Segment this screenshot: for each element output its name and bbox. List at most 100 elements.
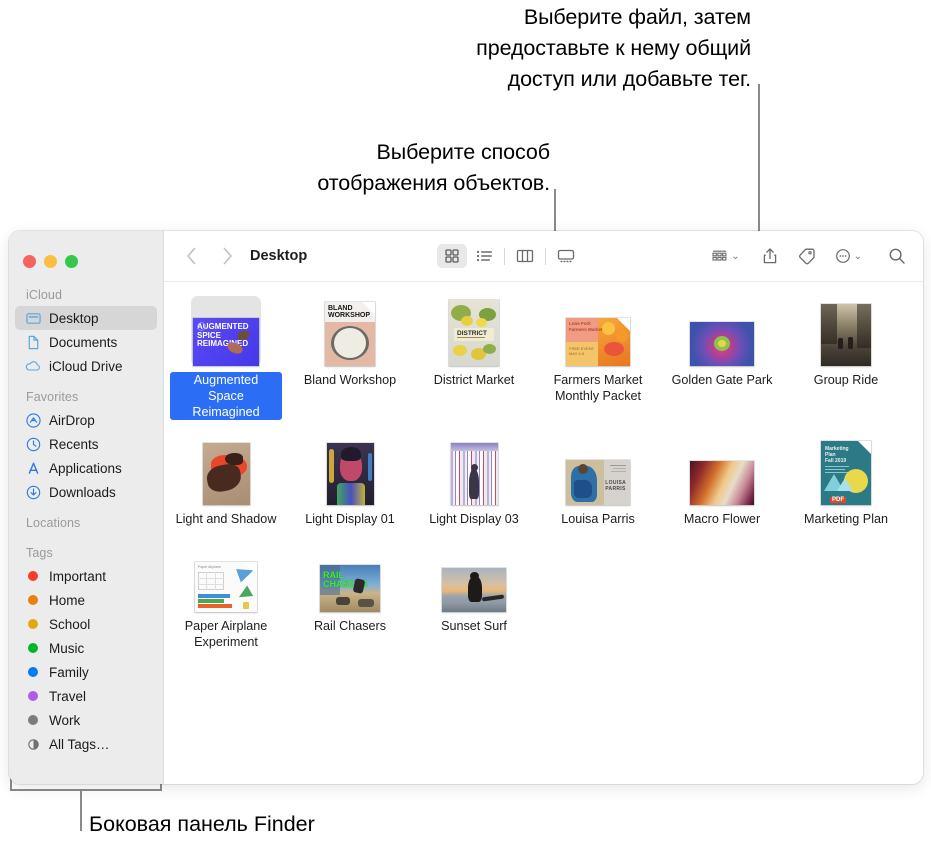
tag-button[interactable] xyxy=(797,244,816,268)
sidebar-item-label: Desktop xyxy=(49,310,99,326)
download-icon xyxy=(25,484,41,500)
airdrop-icon xyxy=(25,412,41,428)
file-thumbnail-wrap xyxy=(439,542,509,612)
group-by-button[interactable]: ⌄ xyxy=(711,244,740,268)
file-item[interactable]: Macro Flower xyxy=(660,435,784,527)
file-item[interactable]: AUGMENTED SPICE REIMAGINED Augmented Space… xyxy=(164,296,288,420)
file-item[interactable]: Sunset Surf xyxy=(412,542,536,650)
finder-main: Desktop ⌄ ⌄ AUGMENTED SPICE REIMAGINED A… xyxy=(164,231,923,784)
file-item[interactable]: DISTRICT District Market xyxy=(412,296,536,420)
file-name: Group Ride xyxy=(813,373,879,387)
sidebar-item-all-tags[interactable]: All Tags… xyxy=(15,732,157,756)
toolbar-divider-1 xyxy=(504,247,506,265)
file-thumbnail: BLAND WORKSHOP xyxy=(325,302,375,366)
icon-view-button[interactable] xyxy=(437,244,468,268)
file-item[interactable]: Group Ride xyxy=(784,296,908,420)
list-view-button[interactable] xyxy=(469,244,499,268)
window-controls xyxy=(9,248,163,274)
file-item[interactable]: LOUISA PARRIS Louisa Parris xyxy=(536,435,660,527)
sidebar-item-tag-travel[interactable]: Travel xyxy=(15,684,157,708)
file-item[interactable]: Light and Shadow xyxy=(164,435,288,527)
sidebar-item-applications[interactable]: Applications xyxy=(15,456,157,480)
file-item[interactable]: Golden Gate Park xyxy=(660,296,784,420)
gallery-view-button[interactable] xyxy=(551,244,581,268)
desktop-icon xyxy=(25,310,41,326)
sidebar-item-label: AirDrop xyxy=(49,412,95,428)
chevron-down-icon: ⌄ xyxy=(731,250,740,262)
finder-window: iCloud Desktop Documents iCloud Drive Fa… xyxy=(9,231,923,784)
toolbar-divider-2 xyxy=(545,247,547,265)
file-item[interactable]: Marketing Plan Fall 2019 PDF Marketing Pla… xyxy=(784,435,908,527)
file-item[interactable]: BLAND WORKSHOP Bland Workshop xyxy=(288,296,412,420)
document-icon xyxy=(25,334,41,350)
file-thumbnail-wrap: Lone Fork Farmers Market FREE EVENT MAY 4-… xyxy=(563,296,633,366)
share-button[interactable] xyxy=(762,244,778,268)
tag-dot-icon xyxy=(25,688,41,704)
file-name: Sunset Surf xyxy=(441,619,507,633)
file-thumbnail xyxy=(442,568,506,612)
more-actions-button[interactable]: ⌄ xyxy=(835,244,862,268)
tag-dot-icon xyxy=(25,712,41,728)
file-name: Marketing Plan xyxy=(804,512,888,526)
sidebar-item-label: iCloud Drive xyxy=(49,358,123,374)
zoom-button[interactable] xyxy=(65,254,78,268)
file-thumbnail xyxy=(326,443,374,505)
file-grid[interactable]: AUGMENTED SPICE REIMAGINED Augmented Space… xyxy=(164,282,923,784)
column-view-button[interactable] xyxy=(510,244,540,268)
file-item[interactable]: RAIL CHASERS Rail Chasers xyxy=(288,542,412,650)
sidebar-item-tag-work[interactable]: Work xyxy=(15,708,157,732)
file-item[interactable]: Lone Fork Farmers Market FREE EVENT MAY 4-… xyxy=(536,296,660,420)
annotation-view-mode: Выберите способ отображения объектов. xyxy=(317,140,550,195)
sidebar-item-tag-music[interactable]: Music xyxy=(15,636,157,660)
sidebar-section-tags: Tags xyxy=(26,546,53,560)
chevron-down-icon: ⌄ xyxy=(853,250,862,262)
sidebar-item-downloads[interactable]: Downloads xyxy=(15,480,157,504)
close-button[interactable] xyxy=(23,254,36,268)
sidebar-item-label: Travel xyxy=(49,688,87,704)
file-name: Golden Gate Park xyxy=(671,373,773,387)
sidebar-item-label: Work xyxy=(49,712,81,728)
file-thumbnail xyxy=(821,304,871,366)
file-thumbnail xyxy=(690,461,754,505)
file-name: Light Display 01 xyxy=(305,512,395,526)
bracket-bottom-sidebar xyxy=(10,789,162,791)
finder-toolbar: Desktop ⌄ ⌄ xyxy=(164,231,923,282)
file-thumbnail: Paper Airplane xyxy=(195,562,257,612)
sidebar-item-label: Documents xyxy=(49,334,118,350)
breadcrumb-current-folder: Desktop xyxy=(250,248,308,264)
file-thumbnail-wrap: Paper Airplane xyxy=(191,542,261,612)
sidebar-item-label: Applications xyxy=(49,460,122,476)
file-thumbnail: AUGMENTED SPICE REIMAGINED xyxy=(193,318,259,366)
sidebar-section-locations: Locations xyxy=(26,516,81,530)
file-thumbnail xyxy=(690,322,754,366)
file-thumbnail: RAIL CHASERS xyxy=(320,565,380,612)
minimize-button[interactable] xyxy=(44,254,57,268)
tag-dot-icon xyxy=(25,640,41,656)
file-name: Light and Shadow xyxy=(175,512,277,526)
file-item[interactable]: Light Display 01 xyxy=(288,435,412,527)
file-thumbnail-wrap xyxy=(687,296,757,366)
sidebar-item-desktop[interactable]: Desktop xyxy=(15,306,157,330)
sidebar-item-documents[interactable]: Documents xyxy=(15,330,157,354)
file-thumbnail-wrap: LOUISA PARRIS xyxy=(563,435,633,505)
tag-dot-icon xyxy=(25,664,41,680)
back-button[interactable] xyxy=(178,243,204,269)
sidebar-item-label: Family xyxy=(49,664,89,680)
file-item[interactable]: Paper Airplane Paper Airplane Experiment xyxy=(164,542,288,650)
file-item[interactable]: Light Display 03 xyxy=(412,435,536,527)
sidebar-item-airdrop[interactable]: AirDrop xyxy=(15,408,157,432)
tag-dot-icon xyxy=(25,592,41,608)
sidebar-item-recents[interactable]: Recents xyxy=(15,432,157,456)
file-name: Bland Workshop xyxy=(303,373,397,387)
file-name: Louisa Parris xyxy=(561,512,635,526)
file-thumbnail-wrap: AUGMENTED SPICE REIMAGINED xyxy=(191,296,261,366)
sidebar-item-tag-family[interactable]: Family xyxy=(15,660,157,684)
sidebar-item-tag-important[interactable]: Important xyxy=(15,564,157,588)
forward-button[interactable] xyxy=(214,243,240,269)
sidebar-item-icloud-drive[interactable]: iCloud Drive xyxy=(15,354,157,378)
sidebar-item-tag-school[interactable]: School xyxy=(15,612,157,636)
sidebar-section-icloud: iCloud xyxy=(26,288,63,302)
file-thumbnail: Marketing Plan Fall 2019 PDF xyxy=(821,441,871,505)
sidebar-item-tag-home[interactable]: Home xyxy=(15,588,157,612)
search-button[interactable] xyxy=(888,244,906,268)
